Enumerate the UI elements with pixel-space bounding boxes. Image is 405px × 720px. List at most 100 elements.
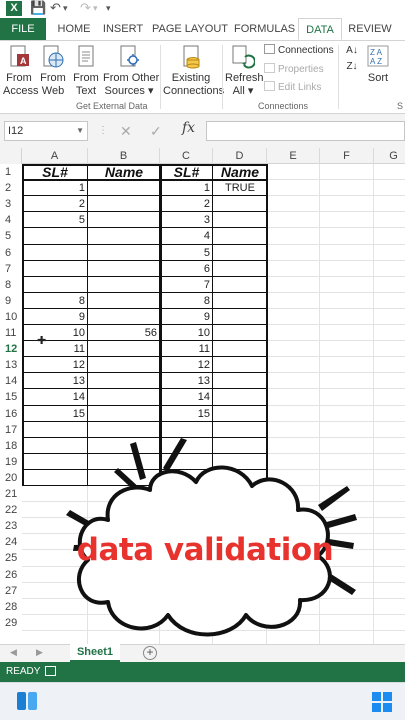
- cell-b9[interactable]: [88, 293, 160, 309]
- row-header-22[interactable]: 22: [0, 502, 22, 519]
- customize-toolbar-icon[interactable]: ▾: [106, 0, 111, 16]
- cell-c15[interactable]: 14: [160, 389, 213, 405]
- cell-c3[interactable]: 2: [160, 196, 213, 212]
- cell-a13[interactable]: 12: [22, 357, 88, 373]
- cell-b5[interactable]: [88, 228, 160, 244]
- cell-a9[interactable]: 8: [22, 293, 88, 309]
- cell-a12[interactable]: 11: [22, 341, 88, 357]
- cell-b15[interactable]: [88, 389, 160, 405]
- cell-b6[interactable]: [88, 245, 160, 261]
- row-header-29[interactable]: 29: [0, 614, 22, 631]
- column-header-c[interactable]: C: [160, 148, 213, 164]
- cell-b11[interactable]: 56: [88, 325, 160, 341]
- cell-d13[interactable]: [213, 357, 267, 373]
- cell-d12[interactable]: [213, 341, 267, 357]
- select-all-corner[interactable]: [0, 148, 22, 164]
- cell-b12[interactable]: [88, 341, 160, 357]
- row-header-4[interactable]: 4: [0, 212, 22, 229]
- row-header-11[interactable]: 11: [0, 325, 22, 341]
- row-header-27[interactable]: 27: [0, 582, 22, 599]
- row-header-5[interactable]: 5: [0, 228, 22, 245]
- cell-a10[interactable]: 9: [22, 309, 88, 325]
- cell-b2[interactable]: [88, 180, 160, 196]
- existing-connections-button[interactable]: Existing Connections: [163, 44, 224, 98]
- cell-d16[interactable]: [213, 406, 267, 422]
- sheet-next-icon[interactable]: ▶: [36, 647, 43, 658]
- row-header-2[interactable]: 2: [0, 180, 22, 197]
- name-box[interactable]: I12 ▼: [4, 121, 88, 141]
- sheet-tab-sheet1[interactable]: Sheet1: [70, 644, 120, 662]
- row-header-7[interactable]: 7: [0, 260, 22, 277]
- widgets-icon[interactable]: [16, 691, 38, 711]
- cell-d4[interactable]: [213, 212, 267, 228]
- windows-start-icon[interactable]: [372, 692, 392, 712]
- cell-a8[interactable]: [22, 277, 88, 293]
- row-header-25[interactable]: 25: [0, 550, 22, 567]
- row-header-12[interactable]: 12: [0, 341, 22, 358]
- row-header-16[interactable]: 16: [0, 405, 22, 422]
- insert-function-button[interactable]: fx: [182, 120, 195, 136]
- cell-c5[interactable]: 4: [160, 228, 213, 244]
- cell-a16[interactable]: 15: [22, 406, 88, 422]
- row-header-21[interactable]: 21: [0, 486, 22, 502]
- cell-a2[interactable]: 1: [22, 180, 88, 196]
- row-header-1[interactable]: 1: [0, 164, 22, 180]
- cell-b7[interactable]: [88, 261, 160, 277]
- sheet-prev-icon[interactable]: ◀: [10, 647, 17, 658]
- from-access-button[interactable]: A From Access: [3, 44, 38, 98]
- cell-d3[interactable]: [213, 196, 267, 212]
- cell-c8[interactable]: 7: [160, 277, 213, 293]
- cell-d2[interactable]: TRUE: [213, 180, 267, 196]
- cell-d7[interactable]: [213, 261, 267, 277]
- enter-icon[interactable]: ✓: [150, 122, 162, 140]
- column-header-f[interactable]: F: [320, 148, 374, 164]
- cell-c16[interactable]: 15: [160, 406, 213, 422]
- redo-dropdown-icon[interactable]: ▾: [93, 0, 98, 16]
- row-header-28[interactable]: 28: [0, 598, 22, 615]
- cell-a5[interactable]: [22, 228, 88, 244]
- cell-c11[interactable]: 10: [160, 325, 213, 341]
- row-header-24[interactable]: 24: [0, 534, 22, 551]
- header-cell-c[interactable]: SL#: [160, 164, 213, 180]
- cell-d10[interactable]: [213, 309, 267, 325]
- cell-a7[interactable]: [22, 261, 88, 277]
- cell-d11[interactable]: [213, 325, 267, 341]
- header-cell-a[interactable]: SL#: [22, 164, 88, 180]
- row-header-3[interactable]: 3: [0, 196, 22, 213]
- cell-c4[interactable]: 3: [160, 212, 213, 228]
- cell-c2[interactable]: 1: [160, 180, 213, 196]
- cell-a15[interactable]: 14: [22, 389, 88, 405]
- cell-a6[interactable]: [22, 245, 88, 261]
- sort-a-to-z-button[interactable]: A↓ Z↓: [343, 44, 361, 76]
- cell-d14[interactable]: [213, 373, 267, 389]
- save-icon[interactable]: 💾: [30, 0, 46, 16]
- cell-b4[interactable]: [88, 212, 160, 228]
- cell-b13[interactable]: [88, 357, 160, 373]
- cell-d15[interactable]: [213, 389, 267, 405]
- cell-b3[interactable]: [88, 196, 160, 212]
- column-header-g[interactable]: G: [374, 148, 405, 164]
- row-header-18[interactable]: 18: [0, 437, 22, 454]
- undo-dropdown-icon[interactable]: ▾: [63, 0, 68, 16]
- cell-b16[interactable]: [88, 406, 160, 422]
- cell-b8[interactable]: [88, 277, 160, 293]
- name-box-dropdown-icon[interactable]: ▼: [76, 122, 84, 140]
- column-header-b[interactable]: B: [88, 148, 160, 164]
- row-header-20[interactable]: 20: [0, 469, 22, 486]
- edit-links-button[interactable]: Edit Links: [264, 81, 321, 95]
- cell-a11[interactable]: 10: [22, 325, 88, 341]
- row-header-26[interactable]: 26: [0, 566, 22, 583]
- macro-recording-icon[interactable]: [45, 666, 56, 676]
- cell-c12[interactable]: 11: [160, 341, 213, 357]
- row-header-15[interactable]: 15: [0, 389, 22, 406]
- cell-d9[interactable]: [213, 293, 267, 309]
- tab-data[interactable]: DATA: [298, 18, 342, 40]
- undo-icon[interactable]: ↶: [50, 0, 61, 16]
- formula-input[interactable]: [206, 121, 405, 141]
- cell-d8[interactable]: [213, 277, 267, 293]
- sort-button[interactable]: Z A A Z Sort: [364, 44, 392, 85]
- cancel-icon[interactable]: ✕: [120, 122, 132, 140]
- cell-c6[interactable]: 5: [160, 245, 213, 261]
- cell-a14[interactable]: 13: [22, 373, 88, 389]
- row-header-9[interactable]: 9: [0, 292, 22, 309]
